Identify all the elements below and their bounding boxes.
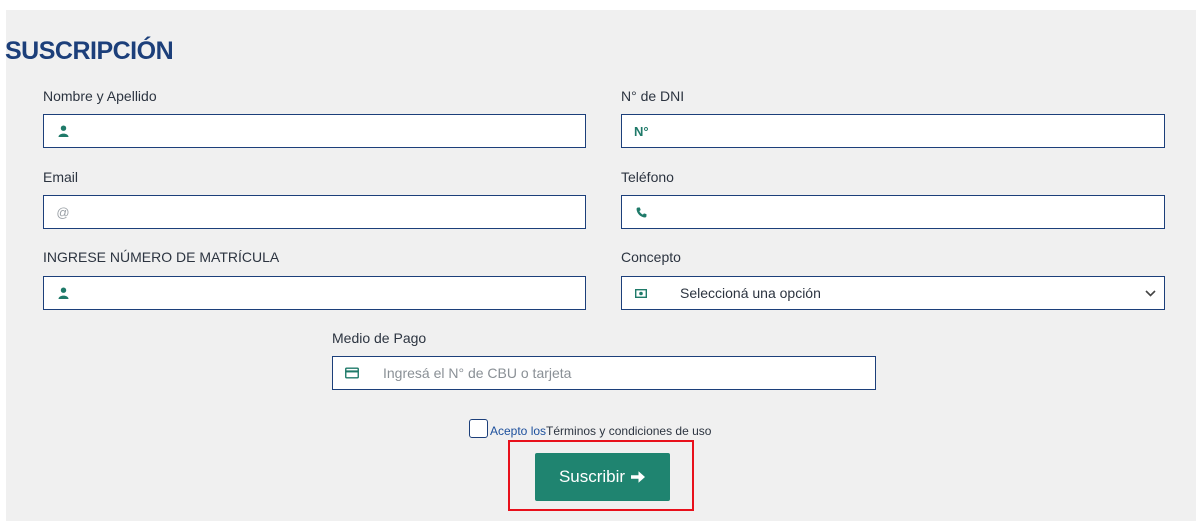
phone-input[interactable] — [660, 196, 1164, 228]
matricula-label: INGRESE NÚMERO DE MATRÍCULA — [43, 249, 280, 265]
terms-checkbox[interactable] — [469, 419, 488, 438]
money-icon — [634, 286, 648, 300]
email-input[interactable] — [82, 196, 585, 228]
name-label: Nombre y Apellido — [43, 88, 157, 104]
medio-pago-input[interactable] — [383, 357, 875, 389]
arrow-right-icon — [630, 470, 646, 484]
medio-pago-label: Medio de Pago — [332, 330, 427, 346]
dni-field[interactable]: N° — [621, 114, 1165, 148]
phone-icon — [634, 205, 648, 219]
terms-prefix: Acepto los — [490, 424, 547, 438]
matricula-field[interactable] — [43, 276, 586, 310]
phone-label: Teléfono — [621, 169, 674, 185]
at-sign-icon: @ — [56, 204, 70, 220]
concepto-select[interactable]: Seleccioná una opción — [621, 276, 1165, 310]
dni-input[interactable] — [660, 115, 1164, 147]
concepto-label: Concepto — [621, 249, 681, 265]
matricula-input[interactable] — [82, 277, 585, 309]
chevron-down-icon — [1145, 289, 1156, 297]
terms-link[interactable]: Términos y condiciones de uso — [546, 424, 711, 438]
number-sign-icon: N° — [634, 123, 649, 139]
user-icon — [56, 286, 70, 300]
medio-pago-field[interactable] — [332, 356, 876, 390]
credit-card-icon — [345, 366, 359, 380]
user-icon — [56, 124, 70, 138]
name-input[interactable] — [82, 115, 585, 147]
email-label: Email — [43, 169, 79, 185]
subscribe-button[interactable]: Suscribir — [535, 453, 670, 501]
page-title: SUSCRIPCIÓN — [5, 37, 174, 65]
email-field[interactable]: @ — [43, 195, 586, 229]
terms-row: Acepto los Términos y condiciones de uso — [469, 419, 711, 438]
subscribe-button-label: Suscribir — [558, 467, 626, 486]
name-field[interactable] — [43, 114, 586, 148]
concepto-selected-value: Seleccioná una opción — [680, 285, 821, 301]
phone-field[interactable] — [621, 195, 1165, 229]
dni-label: N° de DNI — [621, 88, 685, 104]
